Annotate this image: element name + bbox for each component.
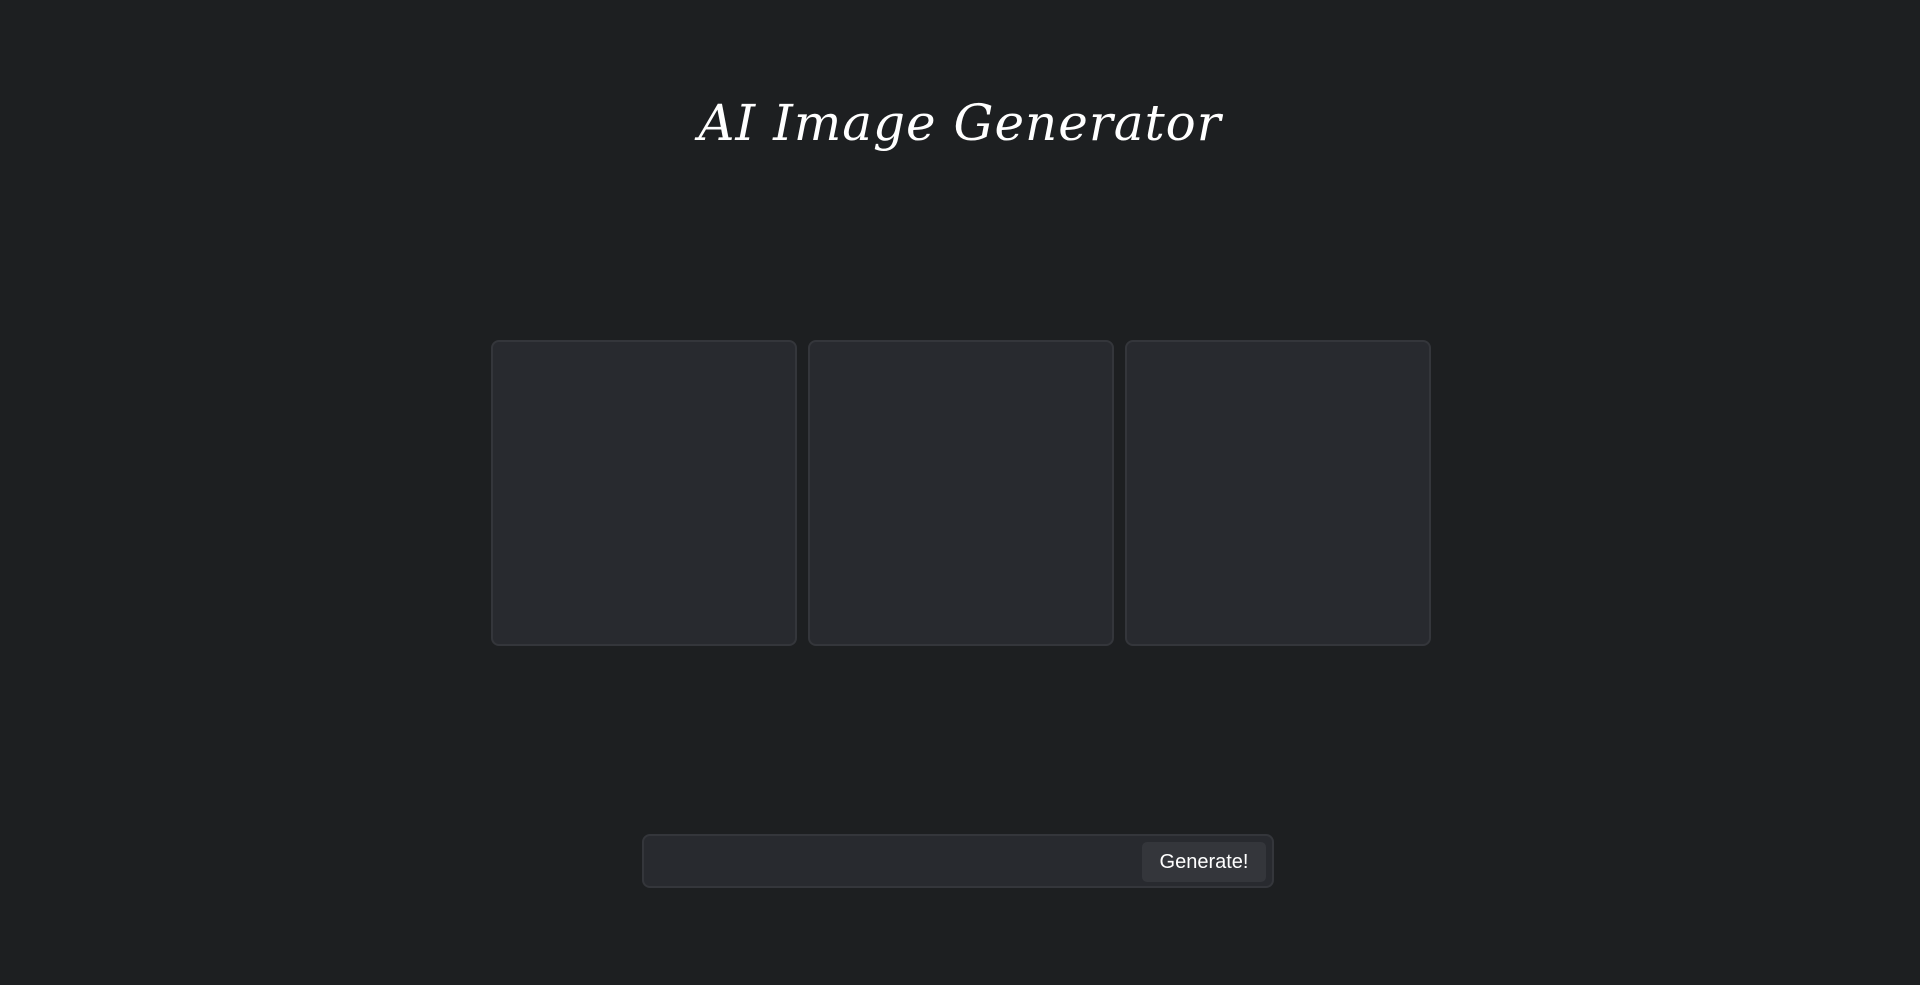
image-gallery: [491, 340, 1431, 646]
generated-image-slot-1: [491, 340, 797, 646]
generated-image-slot-2: [808, 340, 1114, 646]
generate-button[interactable]: Generate!: [1142, 842, 1266, 882]
page-title: AI Image Generator: [698, 94, 1222, 152]
generated-image-slot-3: [1125, 340, 1431, 646]
prompt-bar: Generate!: [642, 834, 1274, 888]
app-page: AI Image Generator Generate!: [0, 0, 1920, 985]
prompt-input[interactable]: [650, 841, 1130, 881]
